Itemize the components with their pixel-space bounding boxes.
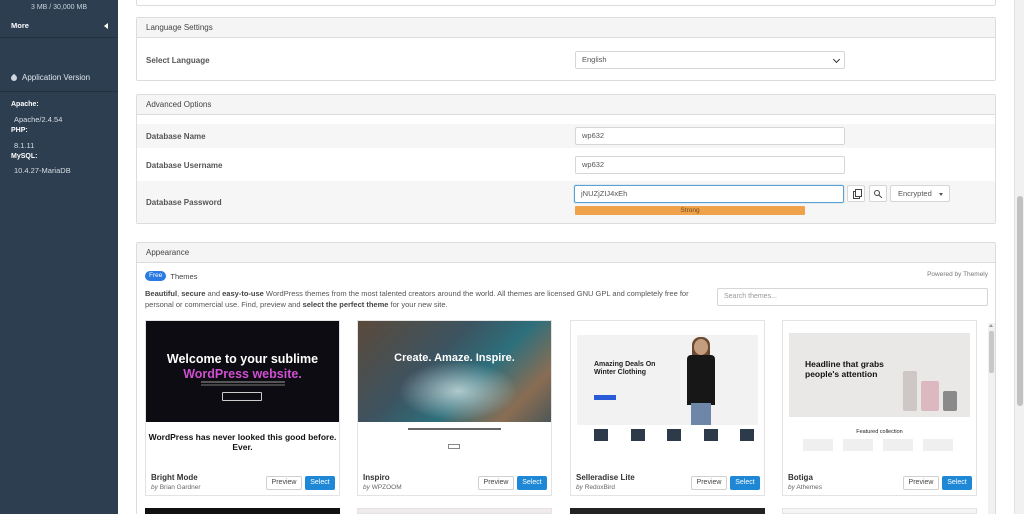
more-toggle[interactable]: More xyxy=(11,21,108,30)
theme-card-peek xyxy=(782,508,977,514)
theme-screenshot[interactable]: Headline that grabs people's attention F… xyxy=(783,321,976,451)
php-value: 8.1.11 xyxy=(14,141,35,150)
db-name-input[interactable]: wp632 xyxy=(575,127,845,145)
preview-headline: Create. Amaze. Inspire. xyxy=(394,352,515,364)
disk-usage: 3 MB / 30,000 MB xyxy=(30,4,88,11)
theme-card-peek xyxy=(570,508,765,514)
preview-model xyxy=(681,337,721,425)
preview-subline: Featured collection xyxy=(856,429,903,435)
preview-lower xyxy=(358,422,551,451)
theme-card: Welcome to your sublime WordPress website… xyxy=(145,320,340,496)
section-title: Language Settings xyxy=(137,18,995,38)
theme-author: by WPZOOM xyxy=(363,484,402,491)
db-username-input[interactable]: wp632 xyxy=(575,156,845,174)
db-name-row: Database Name wp632 xyxy=(137,124,995,148)
theme-author: by RedoxBird xyxy=(576,484,616,491)
select-button[interactable]: Select xyxy=(730,476,760,490)
preview-button[interactable]: Preview xyxy=(478,476,514,490)
theme-card-peek xyxy=(145,508,340,514)
theme-name: Inspiro xyxy=(363,473,390,482)
mysql-label: MySQL: xyxy=(11,153,38,160)
preview-products xyxy=(594,429,754,447)
encryption-dropdown[interactable]: Encrypted xyxy=(890,185,950,202)
encryption-selected-value: Encrypted xyxy=(898,189,932,198)
section-title: Advanced Options xyxy=(137,95,995,115)
sidebar: 3 MB / 30,000 MB More Application Versio… xyxy=(0,0,118,514)
theme-author: by Brian Gardner xyxy=(151,484,201,491)
preview-bottle xyxy=(921,381,939,411)
theme-author: by Athemes xyxy=(788,484,822,491)
preview-wave xyxy=(398,361,518,421)
advanced-options-panel: Advanced Options Database Name wp632 Dat… xyxy=(136,94,996,224)
caret-down-icon xyxy=(939,193,943,196)
select-button[interactable]: Select xyxy=(942,476,972,490)
preview-bottle xyxy=(943,391,957,411)
language-select[interactable]: English xyxy=(575,51,845,69)
themes-label: Themes xyxy=(170,271,198,281)
free-badge: Free xyxy=(145,271,167,281)
themes-header: Free Themes xyxy=(145,271,197,281)
chevron-down-icon xyxy=(832,55,841,64)
app-version-title: Application Version xyxy=(22,73,91,82)
copy-icon[interactable] xyxy=(847,185,865,202)
select-button[interactable]: Select xyxy=(517,476,547,490)
select-language-label: Select Language xyxy=(146,55,210,65)
page-scrollbar[interactable] xyxy=(1014,0,1024,514)
search-themes-input[interactable]: Search themes... xyxy=(717,288,988,306)
db-username-label: Database Username xyxy=(146,160,223,170)
themes-scrollbar[interactable] xyxy=(988,323,995,514)
scroll-up-icon[interactable] xyxy=(989,324,993,327)
db-name-label: Database Name xyxy=(146,131,206,141)
section-title: Appearance xyxy=(137,243,995,263)
preview-button[interactable]: Preview xyxy=(903,476,939,490)
key-icon[interactable] xyxy=(869,185,887,202)
theme-card: Create. Amaze. Inspire. Inspiro by WPZOO… xyxy=(357,320,552,496)
powered-by: Powered by Themely xyxy=(927,271,988,278)
preview-subline: WordPress has never looked this good bef… xyxy=(146,422,339,451)
app-version-heading: Application Version xyxy=(11,73,90,82)
db-username-row: Database Username wp632 xyxy=(137,153,995,177)
db-password-input[interactable]: jNUZjZIJ4xEh xyxy=(574,185,844,203)
preview-hero xyxy=(577,335,758,425)
language-selected-value: English xyxy=(582,55,607,64)
select-button[interactable]: Select xyxy=(305,476,335,490)
preview-cta xyxy=(594,395,616,400)
more-label: More xyxy=(11,21,29,30)
page-scroll-thumb[interactable] xyxy=(1017,196,1023,406)
collapse-arrow-icon xyxy=(104,22,108,29)
scroll-thumb[interactable] xyxy=(989,331,994,373)
language-settings-panel: Language Settings Select Language Englis… xyxy=(136,17,996,81)
preview-lines xyxy=(201,381,285,383)
apache-value: Apache/2.4.54 xyxy=(14,115,63,124)
sidebar-divider xyxy=(0,91,118,92)
theme-card: Amazing Deals On Winter Clothing Sellera… xyxy=(570,320,765,496)
droplet-icon xyxy=(11,74,17,81)
themes-description: Beautiful, secure and easy-to-use WordPr… xyxy=(145,289,689,309)
theme-screenshot[interactable]: Amazing Deals On Winter Clothing xyxy=(571,321,764,451)
theme-screenshot[interactable]: Create. Amaze. Inspire. xyxy=(358,321,551,451)
theme-screenshot[interactable]: Welcome to your sublime WordPress website… xyxy=(146,321,339,451)
language-row: Select Language English xyxy=(137,39,995,81)
theme-card-peek xyxy=(357,508,552,514)
db-password-label: Database Password xyxy=(146,197,222,207)
apache-label: Apache: xyxy=(11,101,39,108)
preview-button[interactable]: Preview xyxy=(266,476,302,490)
preview-headline: Headline that grabs people's attention xyxy=(805,359,884,379)
preview-products xyxy=(803,439,953,451)
theme-name: Selleradise Lite xyxy=(576,473,635,482)
preview-bottle xyxy=(903,371,917,411)
sidebar-divider xyxy=(0,37,118,38)
db-password-row: Database Password xyxy=(137,181,995,223)
previous-panel xyxy=(136,0,996,6)
preview-button[interactable]: Preview xyxy=(691,476,727,490)
preview-headline: Welcome to your sublime WordPress website… xyxy=(166,352,319,381)
theme-card: Headline that grabs people's attention F… xyxy=(782,320,977,496)
password-strength-meter: Strong xyxy=(575,206,805,215)
theme-name: Botiga xyxy=(788,473,813,482)
theme-name: Bright Mode xyxy=(151,473,198,482)
mysql-value: 10.4.27-MariaDB xyxy=(14,166,71,175)
preview-headline: Amazing Deals On Winter Clothing xyxy=(594,361,656,376)
preview-cta xyxy=(222,392,262,401)
php-label: PHP: xyxy=(11,127,28,134)
